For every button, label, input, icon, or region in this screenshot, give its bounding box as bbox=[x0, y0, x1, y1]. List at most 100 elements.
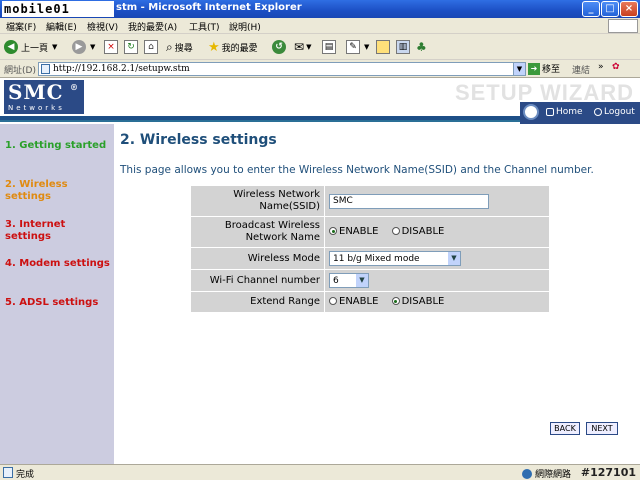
links-label[interactable]: 連結 bbox=[572, 63, 590, 76]
step-wireless-settings[interactable]: 2. Wireless settings bbox=[5, 179, 111, 203]
print-button[interactable]: ▤ bbox=[322, 38, 336, 56]
windows-logo-icon bbox=[608, 19, 638, 33]
chevron-down-icon: ▼ bbox=[356, 274, 368, 287]
chevron-right-icon[interactable]: » bbox=[598, 62, 604, 72]
discuss-icon bbox=[376, 40, 390, 54]
back-label: 上一頁 bbox=[21, 43, 49, 54]
stop-icon: × bbox=[104, 40, 118, 54]
channel-row: Wi-Fi Channel number 6 ▼ bbox=[191, 270, 549, 292]
menu-tools[interactable]: 工具(T) bbox=[189, 20, 220, 33]
search-button[interactable]: ⌕ 搜尋 bbox=[166, 38, 193, 56]
search-icon: ⌕ bbox=[166, 39, 173, 54]
home-link-label: Home bbox=[556, 107, 583, 117]
messenger-icon: ♣ bbox=[416, 40, 427, 54]
wizard-steps-sidebar: 1. Getting started 2. Wireless settings … bbox=[0, 124, 114, 464]
page-content: SMC ® Networks SETUP WIZARD Home Logout … bbox=[0, 78, 640, 464]
favorites-button[interactable]: ★ 我的最愛 bbox=[208, 38, 258, 56]
radio-selected-icon bbox=[329, 227, 337, 236]
forward-button[interactable]: ▶ ▼ bbox=[72, 38, 95, 56]
logout-link-label: Logout bbox=[604, 107, 635, 117]
address-input[interactable]: http://192.168.2.1/setupw.stm ▼ bbox=[38, 62, 526, 76]
ssid-input[interactable] bbox=[329, 193, 489, 209]
home-link[interactable]: Home bbox=[546, 107, 583, 117]
broadcast-disable-label: DISABLE bbox=[401, 225, 445, 237]
menu-file[interactable]: 檔案(F) bbox=[6, 20, 36, 33]
favorites-label: 我的最愛 bbox=[221, 43, 258, 54]
radio-unselected-icon bbox=[329, 297, 337, 306]
menu-favorites[interactable]: 我的最愛(A) bbox=[128, 20, 177, 33]
messenger-button[interactable]: ♣ bbox=[416, 38, 427, 56]
logout-icon bbox=[594, 108, 602, 116]
broadcast-disable-radio[interactable]: DISABLE bbox=[391, 225, 445, 237]
back-arrow-icon: ◀ bbox=[4, 40, 18, 54]
extend-disable-radio[interactable]: DISABLE bbox=[391, 296, 444, 307]
ssid-label: Wireless Network Name(SSID) bbox=[191, 186, 325, 217]
mobile01-logo: mobile01 bbox=[2, 1, 114, 17]
page-icon bbox=[41, 64, 50, 74]
refresh-icon: ↻ bbox=[124, 40, 138, 54]
zone-label: 網際網路 bbox=[535, 470, 572, 480]
go-button[interactable]: ➜ 移至 bbox=[528, 62, 560, 75]
address-label: 網址(D) bbox=[4, 66, 36, 76]
step-internet-settings[interactable]: 3. Internet settings bbox=[5, 219, 111, 243]
chevron-down-icon: ▼ bbox=[448, 252, 460, 265]
back-button[interactable]: BACK bbox=[550, 422, 580, 435]
wireless-mode-select[interactable]: 11 b/g Mixed mode ▼ bbox=[329, 251, 461, 266]
research-icon: ▥ bbox=[396, 40, 410, 54]
channel-value: 6 bbox=[333, 276, 339, 286]
minimize-button[interactable]: _ bbox=[582, 1, 600, 17]
window-title: stm - Microsoft Internet Explorer bbox=[116, 2, 302, 13]
channel-label: Wi-Fi Channel number bbox=[191, 270, 325, 292]
broadcast-label: Broadcast Wireless Network Name bbox=[191, 217, 325, 248]
history-icon: ↺ bbox=[272, 40, 286, 54]
step-getting-started[interactable]: 1. Getting started bbox=[5, 140, 111, 152]
broadcast-enable-radio[interactable]: ENABLE bbox=[329, 226, 378, 237]
broadcast-enable-label: ENABLE bbox=[339, 225, 379, 237]
title-bar: mobile01 stm - Microsoft Internet Explor… bbox=[0, 0, 640, 18]
back-button[interactable]: ◀ 上一頁 ▼ bbox=[4, 38, 57, 56]
home-icon: ⌂ bbox=[144, 40, 158, 54]
page-icon bbox=[3, 467, 13, 478]
close-button[interactable]: × bbox=[620, 1, 638, 17]
mail-button[interactable]: ✉ ▼ bbox=[294, 38, 311, 56]
status-text: 完成 bbox=[16, 470, 35, 480]
smc-brand: SMC bbox=[8, 80, 64, 104]
stop-button[interactable]: × bbox=[104, 38, 118, 56]
status-bar: 完成 網際網路 #127101 bbox=[0, 464, 640, 480]
globe-icon bbox=[522, 468, 532, 479]
extend-range-label: Extend Range bbox=[191, 292, 325, 313]
chevron-down-icon: ▼ bbox=[90, 43, 96, 51]
address-url: http://192.168.2.1/setupw.stm bbox=[53, 64, 190, 74]
page-title: 2. Wireless settings bbox=[120, 132, 277, 148]
go-arrow-icon: ➜ bbox=[528, 62, 540, 75]
history-button[interactable]: ↺ bbox=[272, 38, 286, 56]
refresh-button[interactable]: ↻ bbox=[124, 38, 138, 56]
next-button[interactable]: NEXT bbox=[586, 422, 618, 435]
edit-button[interactable]: ✎ ▼ bbox=[346, 38, 369, 56]
radio-unselected-icon bbox=[391, 227, 400, 236]
discuss-button[interactable] bbox=[376, 38, 390, 56]
radio-selected-icon bbox=[391, 297, 400, 306]
channel-select[interactable]: 6 ▼ bbox=[329, 273, 369, 288]
mode-label: Wireless Mode bbox=[191, 248, 325, 270]
home-button[interactable]: ⌂ bbox=[144, 38, 158, 56]
logout-link[interactable]: Logout bbox=[594, 107, 635, 117]
security-zone: 網際網路 bbox=[522, 467, 571, 480]
edit-icon: ✎ bbox=[346, 40, 360, 54]
top-nav: Home Logout bbox=[520, 102, 640, 124]
extend-range-row: Extend Range ENABLE DISABLE bbox=[191, 292, 549, 313]
toolbar: ◀ 上一頁 ▼ ▶ ▼ × ↻ ⌂ ⌕ 搜尋 ★ 我的最愛 ↺ ✉ ▼ ▤ ✎ … bbox=[0, 34, 640, 60]
menu-help[interactable]: 說明(H) bbox=[229, 20, 261, 33]
address-bar: 網址(D) http://192.168.2.1/setupw.stm ▼ ➜ … bbox=[0, 60, 640, 78]
maximize-button[interactable]: □ bbox=[601, 1, 619, 17]
step-adsl-settings[interactable]: 5. ADSL settings bbox=[5, 297, 111, 309]
menu-view[interactable]: 檢視(V) bbox=[87, 20, 118, 33]
menu-edit[interactable]: 編輯(E) bbox=[46, 20, 77, 33]
home-icon bbox=[546, 108, 554, 116]
research-button[interactable]: ▥ bbox=[396, 38, 410, 56]
extend-enable-radio[interactable]: ENABLE bbox=[329, 296, 378, 307]
step-modem-settings[interactable]: 4. Modem settings bbox=[5, 258, 111, 270]
watermark: #127101 bbox=[580, 466, 636, 479]
extension-icon[interactable]: ✿ bbox=[612, 62, 620, 72]
chevron-down-icon[interactable]: ▼ bbox=[513, 63, 525, 75]
